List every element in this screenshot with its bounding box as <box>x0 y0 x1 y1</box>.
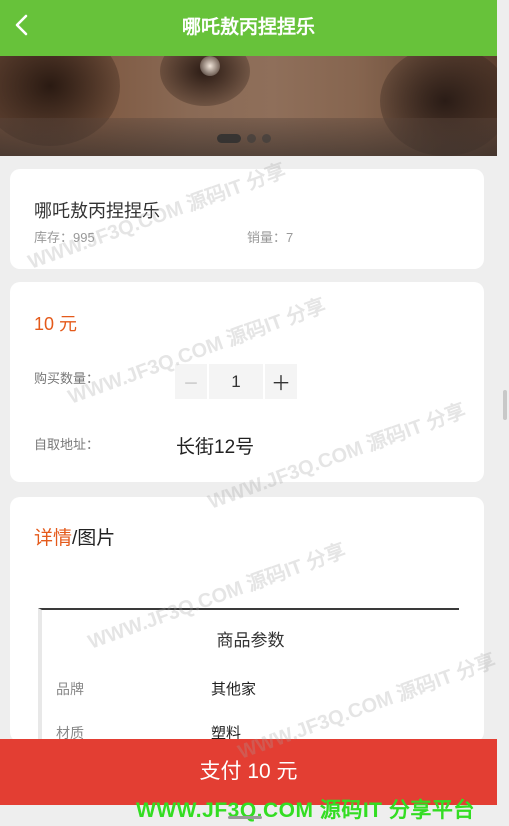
watermark-banner: WWW.JF3Q.COM 源码IT 分享平台 <box>136 799 475 822</box>
tab-details[interactable]: 详情 <box>34 528 72 549</box>
product-image-carousel[interactable] <box>0 56 497 156</box>
details-tabs: 详情/图片 <box>34 523 115 550</box>
page-title: 哪吒敖丙捏捏乐 <box>181 17 315 38</box>
increase-button[interactable]: ＋ <box>265 364 297 399</box>
decrease-button[interactable]: － <box>175 364 207 399</box>
carousel-indicator <box>217 134 271 143</box>
spec-table: 商品参数 品牌 其他家 材质 塑料 <box>38 608 459 742</box>
product-name: 哪吒敖丙捏捏乐 <box>34 201 160 221</box>
home-indicator <box>228 816 262 819</box>
stock-count: 库存：995 <box>34 230 95 245</box>
carousel-dot-active[interactable] <box>217 134 241 143</box>
scrollbar[interactable] <box>503 390 507 420</box>
spec-value: 其他家 <box>211 681 257 698</box>
price: 10 元 <box>34 314 78 334</box>
carousel-dot[interactable] <box>262 134 271 143</box>
purchase-card: 10 元 购买数量： － 1 ＋ 自取地址： 长街12号 <box>10 282 484 482</box>
spec-title: 商品参数 <box>216 631 285 650</box>
details-card: 详情/图片 商品参数 品牌 其他家 材质 塑料 <box>10 497 484 742</box>
spec-row: 品牌 其他家 <box>56 678 256 699</box>
sales-count: 销量：7 <box>247 230 294 245</box>
pickup-address: 长街12号 <box>176 437 255 458</box>
spec-key: 品牌 <box>56 681 84 697</box>
carousel-dot[interactable] <box>247 134 256 143</box>
address-label: 自取地址： <box>34 437 100 452</box>
quantity-stepper: － 1 ＋ <box>175 364 297 399</box>
quantity-label: 购买数量： <box>34 371 100 386</box>
app-header: 哪吒敖丙捏捏乐 <box>0 0 497 56</box>
product-info-card: 哪吒敖丙捏捏乐 库存：995 销量：7 <box>10 169 484 269</box>
quantity-input[interactable]: 1 <box>209 364 263 399</box>
tab-images[interactable]: 图片 <box>77 528 115 549</box>
